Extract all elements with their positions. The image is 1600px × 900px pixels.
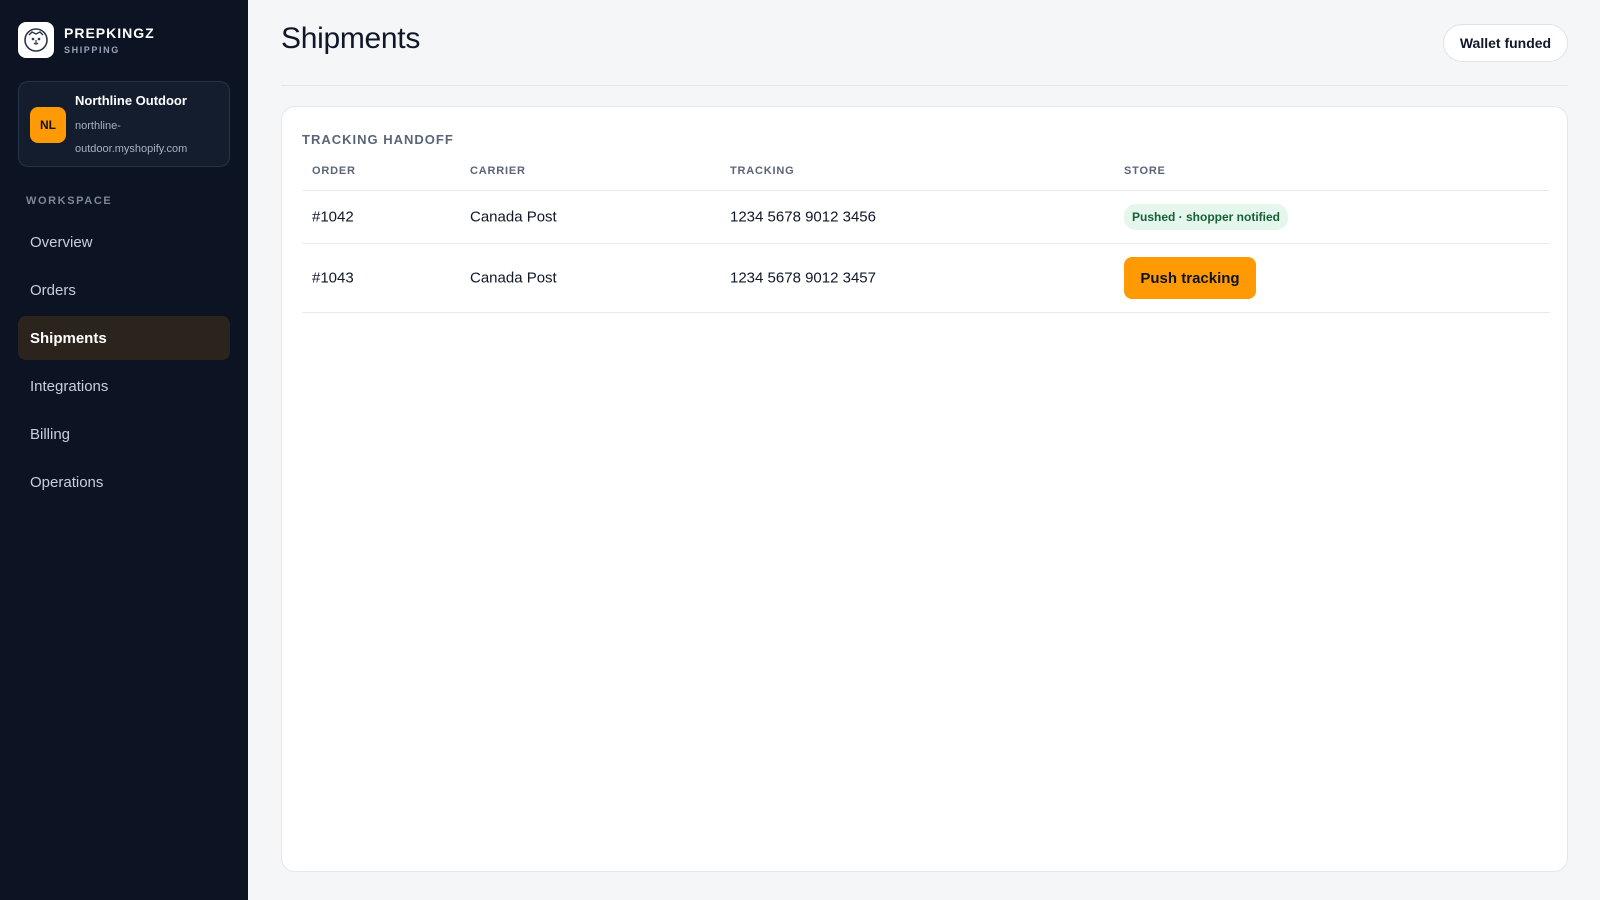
card-title: TRACKING HANDOFF <box>302 132 454 147</box>
store-avatar: NL <box>30 107 66 143</box>
carrier-name: Canada Post <box>470 269 557 287</box>
sidebar: PREPKINGZ SHIPPING NL Northline Outdoor … <box>0 0 248 900</box>
header-divider <box>281 85 1568 86</box>
table-header: ORDER CARRIER TRACKING STORE <box>302 159 1549 191</box>
push-tracking-button[interactable]: Push tracking <box>1124 257 1256 299</box>
tracking-handoff-card: TRACKING HANDOFF ORDER CARRIER TRACKING … <box>281 106 1568 872</box>
order-number: #1043 <box>312 269 354 287</box>
lion-icon <box>18 22 54 58</box>
tracking-number: 1234 5678 9012 3457 <box>730 269 876 287</box>
tracking-number: 1234 5678 9012 3456 <box>730 208 876 226</box>
tracking-table: ORDER CARRIER TRACKING STORE #1042 Canad… <box>302 159 1549 313</box>
sidebar-item-overview[interactable]: Overview <box>18 220 230 264</box>
sidebar-item-billing[interactable]: Billing <box>18 412 230 456</box>
order-number: #1042 <box>312 208 354 226</box>
brand[interactable]: PREPKINGZ SHIPPING <box>18 21 155 59</box>
sidebar-item-shipments[interactable]: Shipments <box>18 316 230 360</box>
sidebar-item-integrations[interactable]: Integrations <box>18 364 230 408</box>
store-cell: Push tracking <box>1124 257 1256 299</box>
store-switcher[interactable]: NL Northline Outdoor northline-outdoor.m… <box>18 81 230 167</box>
carrier-name: Canada Post <box>470 208 557 226</box>
store-name: Northline Outdoor <box>75 93 187 108</box>
column-header-tracking: TRACKING <box>730 165 795 177</box>
status-badge: Pushed · shopper notified <box>1124 204 1289 230</box>
store-cell: Pushed · shopper notified <box>1124 204 1289 230</box>
sidebar-item-orders[interactable]: Orders <box>18 268 230 312</box>
table-row: #1042 Canada Post 1234 5678 9012 3456 Pu… <box>302 191 1549 244</box>
column-header-order: ORDER <box>312 165 356 177</box>
column-header-store: STORE <box>1124 165 1166 177</box>
table-row: #1043 Canada Post 1234 5678 9012 3457 Pu… <box>302 244 1549 313</box>
sidebar-nav: Overview Orders Shipments Integrations B… <box>18 220 230 508</box>
brand-subtitle: SHIPPING <box>64 44 120 55</box>
sidebar-section-label: WORKSPACE <box>26 195 113 207</box>
column-header-carrier: CARRIER <box>470 165 526 177</box>
wallet-status-badge[interactable]: Wallet funded <box>1443 24 1568 62</box>
page-title: Shipments <box>281 22 421 55</box>
brand-name: PREPKINGZ <box>64 24 155 41</box>
sidebar-item-operations[interactable]: Operations <box>18 460 230 504</box>
store-domain: northline-outdoor.myshopify.com <box>75 120 188 155</box>
